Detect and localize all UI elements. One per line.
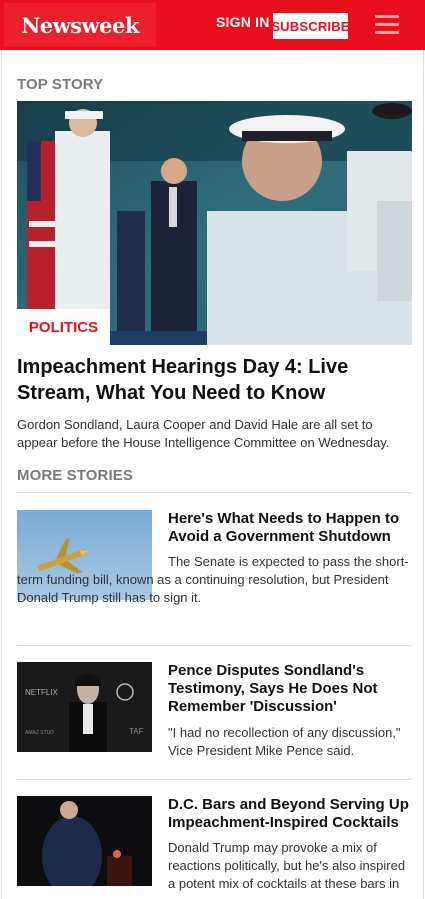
top-story-dek: Gordon Sondland, Laura Cooper and David … xyxy=(17,417,390,450)
thumb-text-studios: AMAZ STUD xyxy=(25,730,54,736)
newsweek-logo[interactable]: Newsweek xyxy=(4,3,156,47)
story-thumbnail[interactable]: NETFLIX AMAZ STUD TAF xyxy=(17,662,152,752)
thumb-text-taf: TAF xyxy=(129,727,144,736)
sign-in-link[interactable]: SIGN IN xyxy=(216,14,270,30)
thumb-text-netflix: NETFLIX xyxy=(25,688,59,697)
story-item[interactable]: D.C. Bars and Beyond Serving Up Impeachm… xyxy=(17,796,412,899)
top-story-label: TOP STORY xyxy=(17,76,104,93)
story-title[interactable]: D.C. Bars and Beyond Serving Up Impeachm… xyxy=(168,796,412,832)
category-label: POLITICS xyxy=(28,318,99,336)
story-thumbnail[interactable] xyxy=(17,796,152,886)
hamburger-menu-icon[interactable] xyxy=(375,15,399,35)
divider xyxy=(17,779,412,780)
divider xyxy=(17,492,412,493)
story-item[interactable]: NETFLIX AMAZ STUD TAF Pence Disputes Son… xyxy=(17,662,412,762)
story-title[interactable]: Pence Disputes Sondland's Testimony, Say… xyxy=(168,662,412,716)
story-title[interactable]: Here's What Needs to Happen to Avoid a G… xyxy=(168,510,412,546)
category-tag[interactable]: POLITICS xyxy=(17,309,110,345)
logo-text: Newsweek xyxy=(21,12,139,38)
top-story-headline[interactable]: Impeachment Hearings Day 4: Live Stream,… xyxy=(17,354,412,406)
subscribe-button[interactable]: SUBSCRIBE xyxy=(271,13,350,39)
story-item[interactable]: Here's What Needs to Happen to Avoid a G… xyxy=(17,510,412,630)
site-header: Newsweek SIGN IN SUBSCRIBE xyxy=(0,0,425,50)
more-stories-label: MORE STORIES xyxy=(17,467,133,484)
story-dek: The Senate is expected to pass the short… xyxy=(17,554,409,605)
subscribe-label: SUBSCRIBE xyxy=(271,18,350,34)
story-dek: Donald Trump may provoke a mix of reacti… xyxy=(168,840,406,891)
divider xyxy=(17,645,412,646)
story-dek: "I had no recollection of any discussion… xyxy=(168,725,401,758)
